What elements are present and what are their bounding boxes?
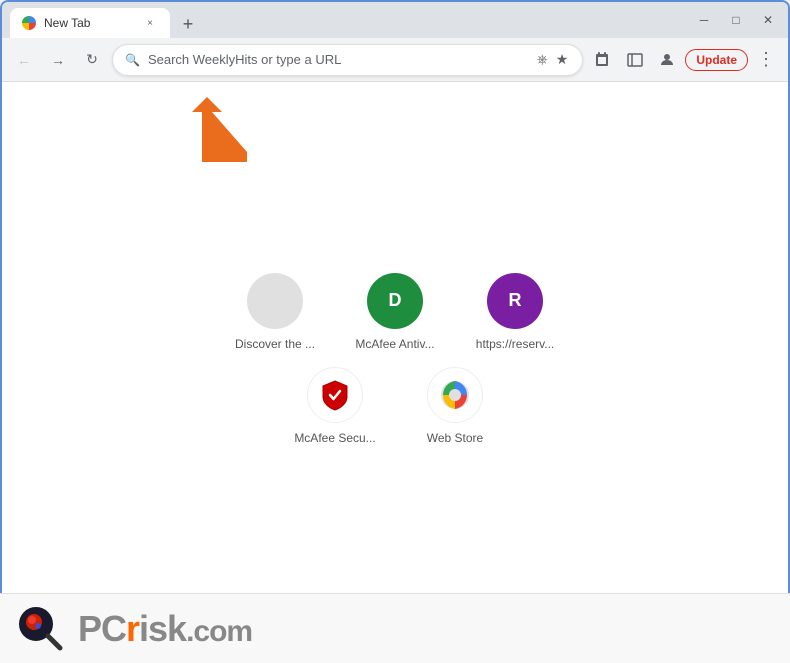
shortcut-mcafee-antiv[interactable]: D McAfee Antiv...	[350, 273, 440, 351]
reload-button[interactable]: ↻	[78, 46, 106, 74]
update-button-label: Update	[696, 53, 737, 67]
shortcut-icon-mcafee-antiv: D	[367, 273, 423, 329]
shortcuts-row-1: Discover the ... D McAfee Antiv... R htt…	[230, 273, 560, 351]
tab-strip: New Tab × +	[10, 2, 202, 38]
arrow-container	[192, 92, 272, 177]
update-button[interactable]: Update	[685, 49, 748, 71]
toolbar-right: Update ⋮	[589, 46, 780, 74]
active-tab[interactable]: New Tab ×	[10, 8, 170, 38]
watermark-footer: PCrisk.com	[0, 593, 790, 663]
back-button[interactable]: ←	[10, 46, 38, 74]
shortcuts-row-2: McAfee Secu... Web Store	[290, 367, 500, 445]
brand-text: PCrisk.com	[78, 611, 252, 647]
address-bar[interactable]: 🔍 Search WeeklyHits or type a URL ⎈ ★	[112, 44, 583, 76]
address-bar-text: Search WeeklyHits or type a URL	[148, 52, 527, 67]
brand-risk-isk: isk	[139, 608, 186, 649]
shortcut-webstore[interactable]: Web Store	[410, 367, 500, 445]
shortcut-discover[interactable]: Discover the ...	[230, 273, 320, 351]
shortcut-label-mcafee-antiv: McAfee Antiv...	[355, 337, 434, 351]
address-bar-actions: ⎈ ★	[535, 49, 571, 70]
share-icon[interactable]: ⎈	[535, 49, 550, 70]
more-button[interactable]: ⋮	[752, 46, 780, 74]
shortcut-icon-reserv: R	[487, 273, 543, 329]
tab-close-button[interactable]: ×	[142, 15, 158, 31]
shortcut-reserv[interactable]: R https://reserv...	[470, 273, 560, 351]
shortcut-icon-mcafee-secu	[307, 367, 363, 423]
brand-risk-r: r	[126, 608, 139, 649]
arrow-icon	[192, 92, 272, 172]
tab-title: New Tab	[44, 16, 134, 30]
shortcut-label-webstore: Web Store	[427, 431, 483, 445]
shortcut-mcafee-secu[interactable]: McAfee Secu...	[290, 367, 380, 445]
tab-favicon	[22, 16, 36, 30]
browser-toolbar: ← → ↻ 🔍 Search WeeklyHits or type a URL …	[2, 38, 788, 82]
profile-button[interactable]	[653, 46, 681, 74]
shortcut-label-discover: Discover the ...	[235, 337, 315, 351]
brand-pc: PC	[78, 608, 126, 649]
window-controls: ─ □ ✕	[692, 8, 780, 32]
bookmark-icon[interactable]: ★	[554, 49, 571, 70]
page-content: Discover the ... D McAfee Antiv... R htt…	[2, 82, 788, 595]
title-bar: New Tab × + ─ □ ✕	[2, 2, 788, 38]
shortcut-icon-webstore	[427, 367, 483, 423]
new-tab-button[interactable]: +	[174, 10, 202, 38]
shortcut-label-mcafee-secu: McAfee Secu...	[294, 431, 375, 445]
brand-com: .com	[186, 615, 252, 648]
maximize-button[interactable]: □	[724, 8, 748, 32]
watermark-logo	[16, 604, 66, 654]
extensions-button[interactable]	[589, 46, 617, 74]
shortcuts-grid: Discover the ... D McAfee Antiv... R htt…	[230, 273, 560, 445]
minimize-button[interactable]: ─	[692, 8, 716, 32]
shortcut-icon-discover	[247, 273, 303, 329]
pcrisk-magnifier-icon	[16, 604, 66, 654]
sidebar-button[interactable]	[621, 46, 649, 74]
close-window-button[interactable]: ✕	[756, 8, 780, 32]
search-icon: 🔍	[125, 53, 140, 67]
forward-button[interactable]: →	[44, 46, 72, 74]
shortcut-label-reserv: https://reserv...	[476, 337, 554, 351]
